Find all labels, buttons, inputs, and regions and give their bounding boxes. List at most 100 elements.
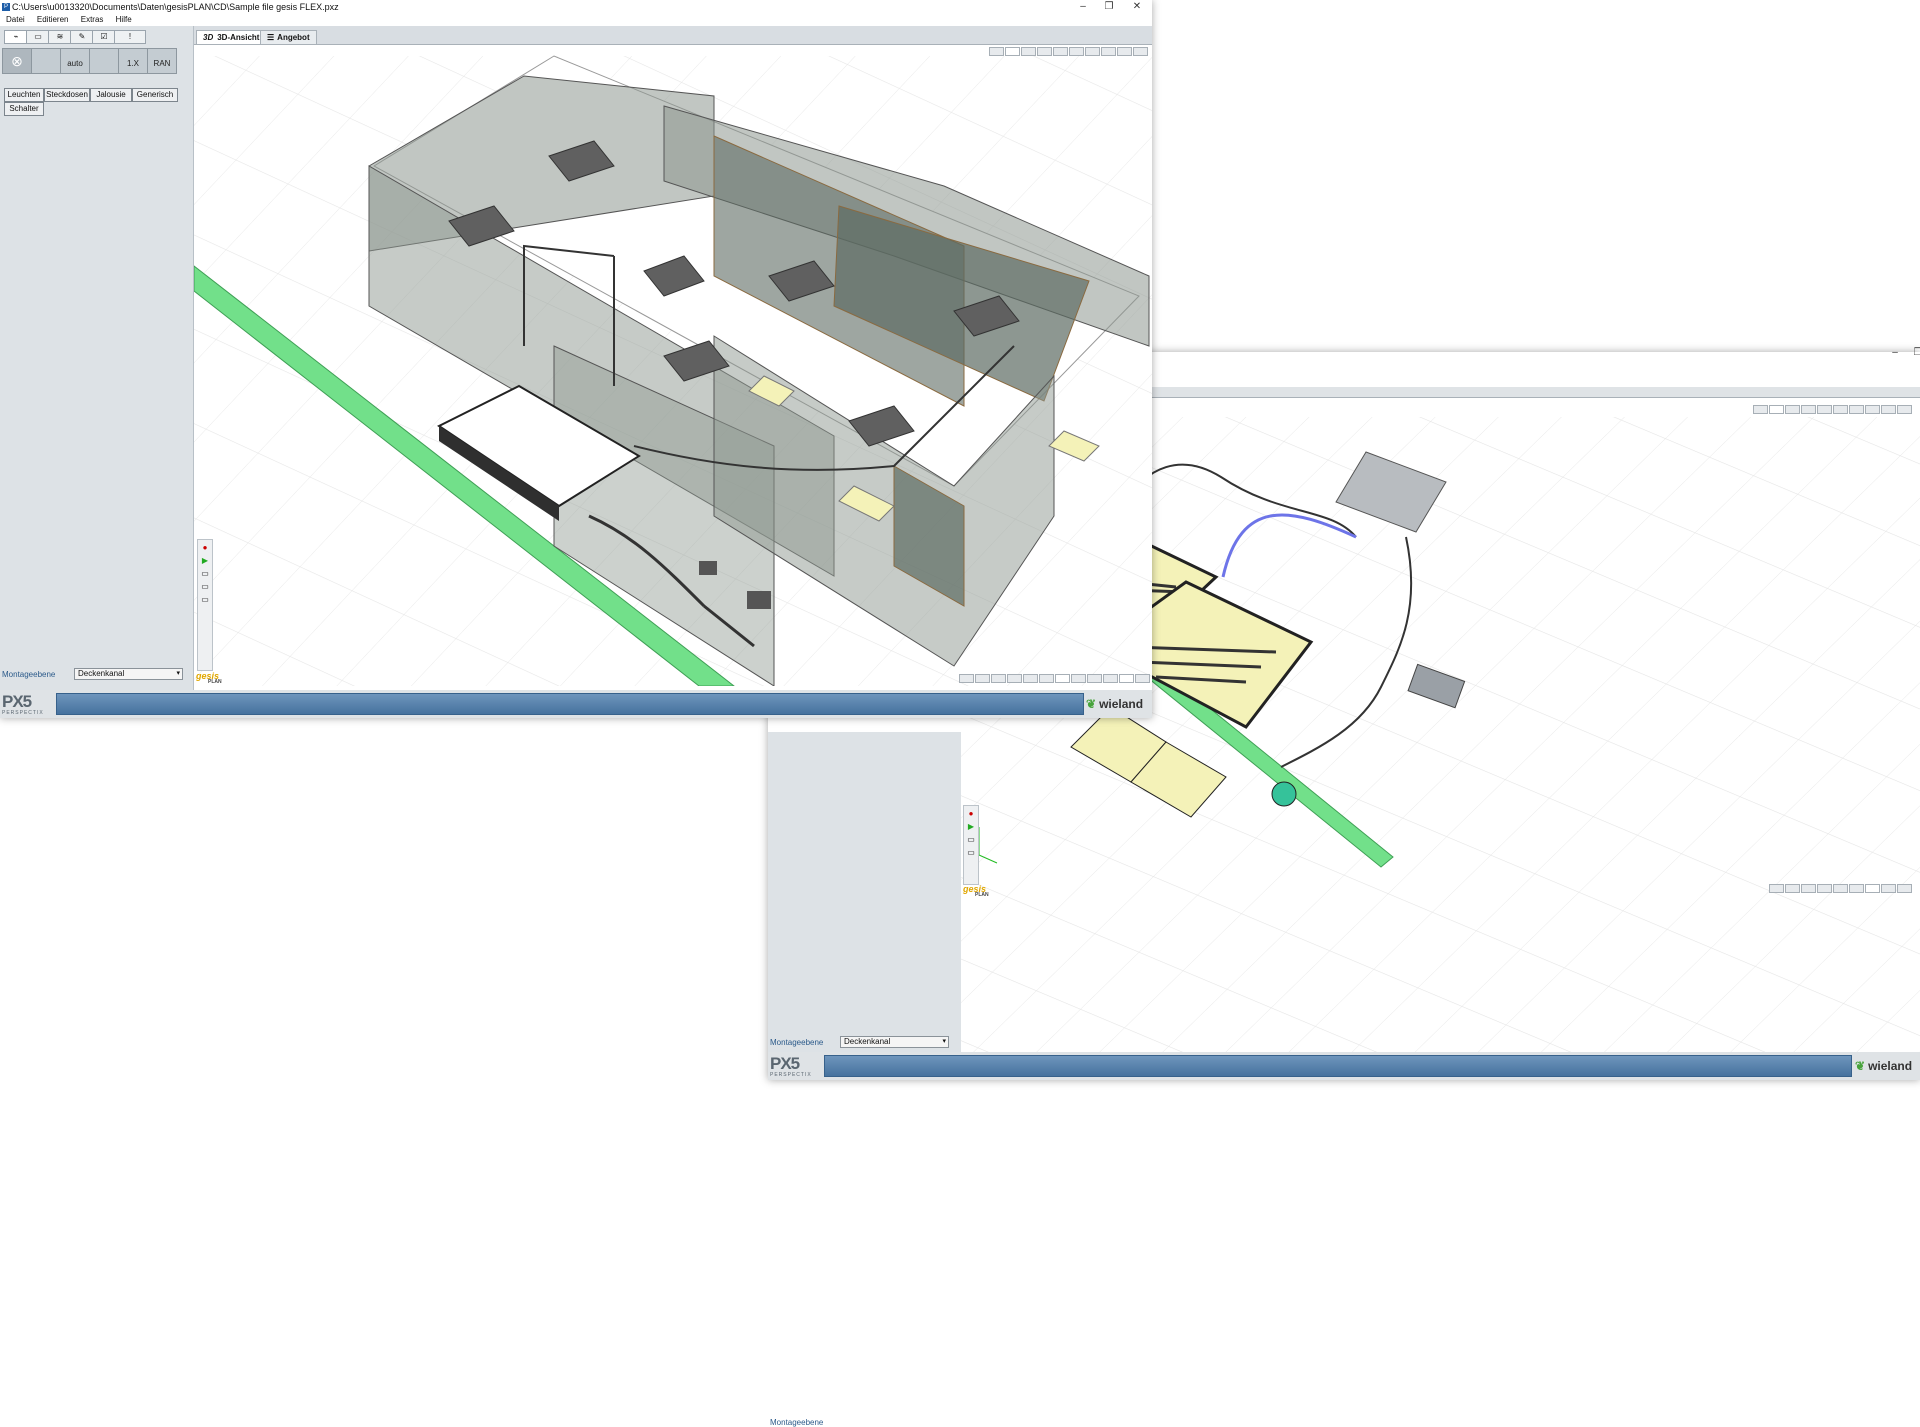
minimize-button[interactable]: – bbox=[1072, 0, 1094, 14]
play-icon[interactable]: ▶ bbox=[200, 556, 210, 566]
status-progress bbox=[56, 693, 1084, 715]
tool-button[interactable] bbox=[1881, 884, 1896, 893]
restore-button[interactable]: ❐ bbox=[1912, 346, 1920, 360]
px5-text: PX5 bbox=[2, 692, 32, 711]
auto-route-button[interactable]: auto bbox=[60, 48, 90, 74]
view-side-toolbar: ● ▶ ▭ ▭ bbox=[963, 805, 979, 885]
minimize-button[interactable]: – bbox=[1884, 346, 1906, 360]
camera-icon[interactable]: ▭ bbox=[200, 569, 210, 579]
cancel-icon-button[interactable]: ⊗ bbox=[2, 48, 32, 74]
tool-button[interactable] bbox=[1817, 884, 1832, 893]
wieland-logo: ❦ wieland bbox=[1855, 1059, 1912, 1073]
side-panel: ⌁ ▭ ≋ ✎ ☑ ! ⊗ auto 1.X RAN Leuchten Stec… bbox=[0, 26, 194, 690]
plan-text: PLAN bbox=[208, 679, 222, 685]
tool-button[interactable] bbox=[959, 674, 974, 683]
tab-cable-icon[interactable]: ⌁ bbox=[4, 30, 28, 44]
close-button[interactable]: ✕ bbox=[1126, 0, 1148, 14]
perspectix-text: PERSPECTIX bbox=[2, 710, 44, 716]
play-icon[interactable]: ▶ bbox=[966, 822, 976, 832]
tab-3d-label: 3D-Ansicht bbox=[217, 33, 260, 42]
rail-connector bbox=[699, 561, 717, 575]
window-title: C:\Users\u0013320\Documents\Daten\gesisP… bbox=[12, 2, 339, 12]
tool-button[interactable] bbox=[1801, 884, 1816, 893]
wieland-leaf-icon: ❦ bbox=[1086, 697, 1097, 711]
tool-button[interactable] bbox=[1039, 674, 1054, 683]
tool-button[interactable] bbox=[1055, 674, 1070, 683]
tool-button[interactable] bbox=[1833, 884, 1848, 893]
tool-button[interactable] bbox=[1119, 674, 1134, 683]
tool-button[interactable] bbox=[1865, 884, 1880, 893]
record-icon[interactable]: ● bbox=[966, 809, 976, 819]
perspectix-text: PERSPECTIX bbox=[770, 1072, 812, 1078]
tool-button[interactable] bbox=[1135, 674, 1150, 683]
draw-cable-button[interactable] bbox=[31, 48, 61, 74]
px5-text: PX5 bbox=[770, 1054, 800, 1073]
category-leuchten[interactable]: Leuchten bbox=[4, 88, 44, 102]
menu-extras[interactable]: Extras bbox=[81, 15, 104, 24]
numbering-button[interactable]: 1.X bbox=[118, 48, 148, 74]
tool-button[interactable] bbox=[1769, 884, 1784, 893]
montage-label: Montageebene bbox=[770, 1038, 824, 1047]
view-side-toolbar: ● ▶ ▭ ▭ ▭ bbox=[197, 539, 213, 671]
category-generisch[interactable]: Generisch bbox=[132, 88, 178, 102]
scene-building bbox=[194, 55, 1152, 686]
tab-tool-icon[interactable]: ✎ bbox=[70, 30, 94, 44]
category-jalousie[interactable]: Jalousie bbox=[90, 88, 132, 102]
gesis-plan-logo: gesis PLAN bbox=[963, 884, 989, 898]
menu-datei[interactable]: Datei bbox=[6, 15, 25, 24]
tab-warning-icon[interactable]: ! bbox=[114, 30, 146, 44]
fly-icon[interactable]: ▭ bbox=[200, 595, 210, 605]
tab-layers-icon[interactable]: ≋ bbox=[48, 30, 72, 44]
tool-button[interactable] bbox=[1071, 674, 1086, 683]
montage-select[interactable]: Deckenkanal bbox=[74, 668, 183, 680]
menu-editieren[interactable]: Editieren bbox=[37, 15, 69, 24]
montage-select[interactable]: Deckenkanal bbox=[840, 1036, 949, 1048]
status-bar: PX5 PERSPECTIX ❦ wieland bbox=[0, 690, 1152, 718]
tool-button[interactable] bbox=[1849, 884, 1864, 893]
tool-button[interactable] bbox=[1087, 674, 1102, 683]
category-schalter[interactable]: Schalter bbox=[4, 102, 44, 116]
tab-3d-ansicht[interactable]: 3D 3D-Ansicht bbox=[196, 30, 267, 44]
title-bar: P C:\Users\u0013320\Documents\Daten\gesi… bbox=[0, 0, 1152, 14]
montage-label: Montageebene bbox=[770, 1418, 824, 1427]
ran-button[interactable]: RAN bbox=[147, 48, 177, 74]
tool-button[interactable] bbox=[1023, 674, 1038, 683]
tool-button[interactable] bbox=[1897, 884, 1912, 893]
app-icon: P bbox=[2, 3, 10, 11]
menu-hilfe[interactable]: Hilfe bbox=[116, 15, 132, 24]
restore-button[interactable]: ❐ bbox=[1098, 0, 1120, 14]
3d-badge: 3D bbox=[203, 33, 214, 42]
status-bar: PX5 PERSPECTIX ❦ wieland bbox=[768, 1052, 1920, 1080]
walk-icon[interactable]: ▭ bbox=[200, 582, 210, 592]
record-icon[interactable]: ● bbox=[200, 543, 210, 553]
plan-text: PLAN bbox=[975, 892, 989, 898]
power-supply-icon bbox=[1271, 781, 1297, 807]
rail-connector bbox=[747, 591, 771, 609]
px5-logo: PX5 PERSPECTIX bbox=[770, 1054, 811, 1078]
tab-check-icon[interactable]: ☑ bbox=[92, 30, 116, 44]
side-panel: Montageebene bbox=[768, 732, 962, 1427]
walk-icon[interactable]: ▭ bbox=[966, 848, 976, 858]
menu-bar: Datei Editieren Extras Hilfe bbox=[0, 14, 1152, 26]
view-tab-strip: 3D 3D-Ansicht ☰ Angebot bbox=[194, 26, 1152, 45]
tool-button[interactable] bbox=[1785, 884, 1800, 893]
3d-viewport[interactable]: 3D 3D-Ansicht ☰ Angebot ● ▶ ▭ ▭ ▭ gesis … bbox=[194, 26, 1152, 690]
wieland-text: wieland bbox=[1868, 1059, 1913, 1073]
route-button[interactable] bbox=[89, 48, 119, 74]
tab-angebot[interactable]: ☰ Angebot bbox=[260, 30, 317, 44]
cancel-icon: ⊗ bbox=[11, 53, 23, 69]
montage-label: Montageebene bbox=[2, 670, 56, 679]
window-main: P C:\Users\u0013320\Documents\Daten\gesi… bbox=[0, 0, 1152, 718]
tab-device-icon[interactable]: ▭ bbox=[26, 30, 50, 44]
wieland-leaf-icon: ❦ bbox=[1855, 1059, 1866, 1073]
tool-button[interactable] bbox=[975, 674, 990, 683]
tool-button[interactable] bbox=[991, 674, 1006, 683]
wieland-logo: ❦ wieland bbox=[1086, 697, 1143, 711]
tool-button[interactable] bbox=[1103, 674, 1118, 683]
tool-button[interactable] bbox=[1007, 674, 1022, 683]
wieland-text: wieland bbox=[1099, 697, 1144, 711]
tab-angebot-label: Angebot bbox=[277, 33, 310, 42]
category-steckdosen[interactable]: Steckdosen bbox=[44, 88, 90, 102]
camera-icon[interactable]: ▭ bbox=[966, 835, 976, 845]
bottom-toolbar bbox=[1768, 884, 1912, 894]
